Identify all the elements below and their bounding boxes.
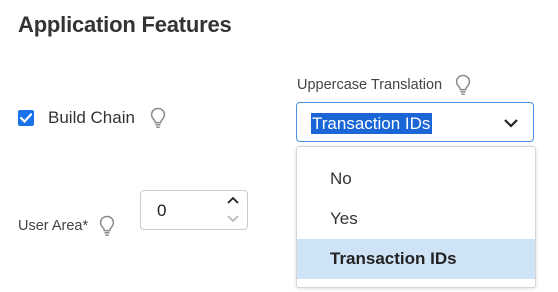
decrement-chevron-down-icon[interactable] bbox=[226, 213, 240, 225]
checkmark-icon bbox=[20, 113, 32, 123]
uppercase-translation-select[interactable]: Transaction IDs bbox=[296, 102, 534, 142]
build-chain-label[interactable]: Build Chain bbox=[48, 108, 135, 128]
section-title: Application Features bbox=[18, 12, 232, 37]
build-chain-checkbox[interactable] bbox=[18, 110, 34, 126]
uppercase-translation-dropdown: No Yes Transaction IDs bbox=[296, 146, 536, 288]
lightbulb-icon[interactable] bbox=[454, 74, 472, 96]
uppercase-translation-label: Uppercase Translation bbox=[297, 77, 443, 93]
build-chain-field: Build Chain bbox=[18, 106, 167, 130]
chevron-down-icon bbox=[504, 119, 518, 128]
increment-chevron-up-icon[interactable] bbox=[226, 194, 240, 206]
dropdown-option-transaction-ids[interactable]: Transaction IDs bbox=[297, 239, 535, 279]
user-area-value[interactable]: 0 bbox=[157, 201, 166, 221]
lightbulb-icon[interactable] bbox=[98, 215, 116, 237]
select-current-value: Transaction IDs bbox=[311, 113, 433, 134]
uppercase-translation-label-row: Uppercase Translation bbox=[297, 74, 472, 96]
user-area-label: User Area* bbox=[18, 218, 89, 234]
dropdown-option-no[interactable]: No bbox=[297, 159, 535, 199]
user-area-number-input[interactable]: 0 bbox=[140, 190, 248, 230]
user-area-label-row: User Area* bbox=[18, 215, 116, 237]
dropdown-option-yes[interactable]: Yes bbox=[297, 199, 535, 239]
lightbulb-icon[interactable] bbox=[149, 107, 167, 129]
